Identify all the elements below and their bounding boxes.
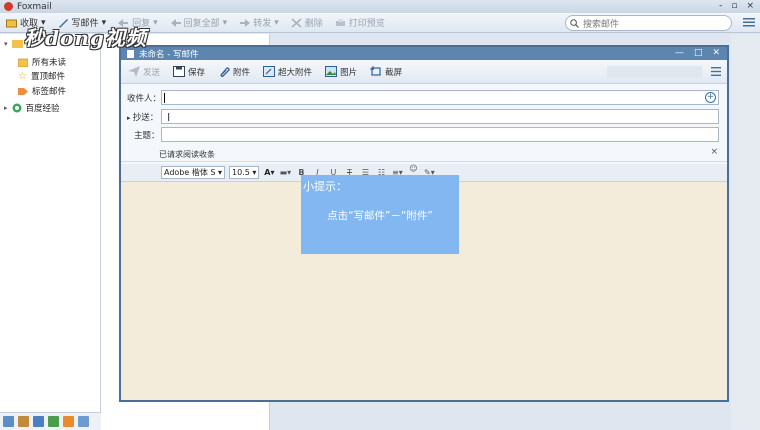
large-attachment-icon [263,66,276,77]
sidebar-account-root[interactable]: ▾ [4,39,23,48]
to-row: 收件人： + [121,90,727,106]
sidebar-item-pinned[interactable]: ☆ 置顶邮件 [18,70,65,83]
main-menu-icon[interactable] [743,17,755,27]
send-icon [128,66,140,77]
expand-arrow-icon: ▾ [4,39,8,48]
foxmail-logo-icon [4,2,13,11]
video-watermark: 秒dong视频 [24,26,147,50]
image-icon [325,66,338,77]
sidebar-footer [0,412,101,430]
highlight-icon[interactable]: ▬▾ [279,168,292,177]
window-controls: - ▫ × [719,0,754,13]
large-attachment-label: 超大附件 [278,67,313,78]
screenshot-icon [370,66,381,76]
compose-toolbar: 发送 保存 附件 超大附件 图片 截屏 [121,60,727,84]
tag-icon [18,87,28,95]
rss-icon[interactable] [63,416,74,427]
compose-minimize-button[interactable]: — [675,47,684,60]
account-icon [12,103,22,113]
cc-label: ▸ 抄送： [127,113,159,123]
sidebar-item-label: 置顶邮件 [30,72,65,82]
delete-icon [291,17,302,28]
to-field[interactable]: + [161,90,719,105]
sidebar-item-label: 所有未读 [32,58,67,68]
app-title: Foxmail [17,1,52,12]
preview-pane [731,34,760,430]
font-family-select[interactable]: Adobe 楷体 S ▾ [161,166,226,179]
search-icon [570,18,579,28]
inbox-icon [6,19,17,27]
expand-arrow-icon: ▸ [4,104,8,112]
sidebar-item-tagged[interactable]: 标签邮件 [18,85,66,97]
compose-window-controls: — □ ✕ [675,47,720,60]
subject-label: 主题： [134,131,160,141]
read-receipt-text: 已请求阅读收条 [159,150,215,159]
close-button[interactable]: × [746,0,754,13]
add-recipient-icon[interactable]: + [705,92,716,103]
image-label: 图片 [340,67,358,78]
sidebar-group-label: 百度经验 [25,104,60,114]
read-receipt-close-button[interactable]: × [710,147,718,157]
image-button[interactable]: 图片 [325,66,357,78]
font-size-select[interactable]: 10.5 ▾ [229,166,260,179]
save-button[interactable]: 保存 [173,66,205,78]
forward-label: 转发 [253,19,272,29]
text-cursor [164,93,165,103]
sidebar-item-label: 标签邮件 [32,87,67,97]
mail-icon[interactable] [3,416,14,427]
folder-icon [18,58,28,67]
tip-text: 点击“写邮件”－“附件” [327,210,433,222]
star-icon: ☆ [18,70,27,82]
print-preview-label: 打印预览 [348,19,385,29]
apps-icon[interactable] [78,416,89,427]
print-icon [335,18,345,26]
contacts-icon[interactable] [18,416,29,427]
reply-all-label: 回复全部 [183,19,220,29]
compose-menu-icon[interactable] [711,67,721,76]
sidebar-account-baidu[interactable]: ▸ 百度经验 [4,102,60,114]
send-label: 发送 [143,67,161,78]
app-titlebar: Foxmail - ▫ × [0,0,760,13]
tip-overlay: 小提示： 点击“写邮件”－“附件” [301,175,459,254]
toolbar-blank-area [607,66,702,78]
screenshot-button[interactable]: 截屏 [370,66,402,78]
maximize-button[interactable]: ▫ [731,0,737,13]
screenshot-label: 截屏 [385,67,403,78]
send-button[interactable]: 发送 [128,66,160,78]
save-icon [173,66,186,77]
print-preview-button[interactable]: 打印预览 [335,16,385,29]
compose-close-button[interactable]: ✕ [712,47,720,60]
attachment-button[interactable]: 附件 [218,66,250,78]
attachment-label: 附件 [233,67,251,78]
read-receipt-bar: 已请求阅读收条 × [121,146,727,162]
compose-title: 未命名 - 写邮件 [139,49,199,60]
cc-field[interactable] [161,109,719,124]
delete-button[interactable]: 删除 [291,16,323,29]
folder-icon [11,40,23,48]
notes-icon[interactable] [48,416,59,427]
forward-icon [240,18,251,27]
search-input[interactable]: 搜索邮件 [565,15,732,31]
ibeam-cursor-icon: I [167,111,171,124]
tip-title: 小提示： [303,180,347,193]
save-label: 保存 [188,67,206,78]
compose-maximize-button[interactable]: □ [694,47,703,60]
large-attachment-button[interactable]: 超大附件 [263,66,312,78]
font-color-icon[interactable]: A▾ [263,168,275,177]
reply-all-button[interactable]: 回复全部 ▾ [170,16,227,29]
reply-all-icon [170,18,181,27]
compose-titlebar: 未命名 - 写邮件 — □ ✕ [121,47,727,60]
folder-sidebar: ▾ 所有未读 ☆ 置顶邮件 标签邮件 ▸ 百度经验 [0,34,101,430]
cc-row: ▸ 抄送： I [121,109,727,125]
to-label: 收件人： [127,94,162,104]
delete-label: 删除 [304,19,323,29]
subject-row: 主题： [121,127,727,143]
sidebar-item-unread[interactable]: 所有未读 [18,56,66,68]
minimize-button[interactable]: - [719,0,722,13]
search-placeholder: 搜索邮件 [583,19,620,30]
calendar-icon[interactable] [33,416,44,427]
forward-button[interactable]: 转发 ▾ [239,16,279,29]
subject-field[interactable] [161,127,719,142]
attachment-icon [220,67,230,77]
